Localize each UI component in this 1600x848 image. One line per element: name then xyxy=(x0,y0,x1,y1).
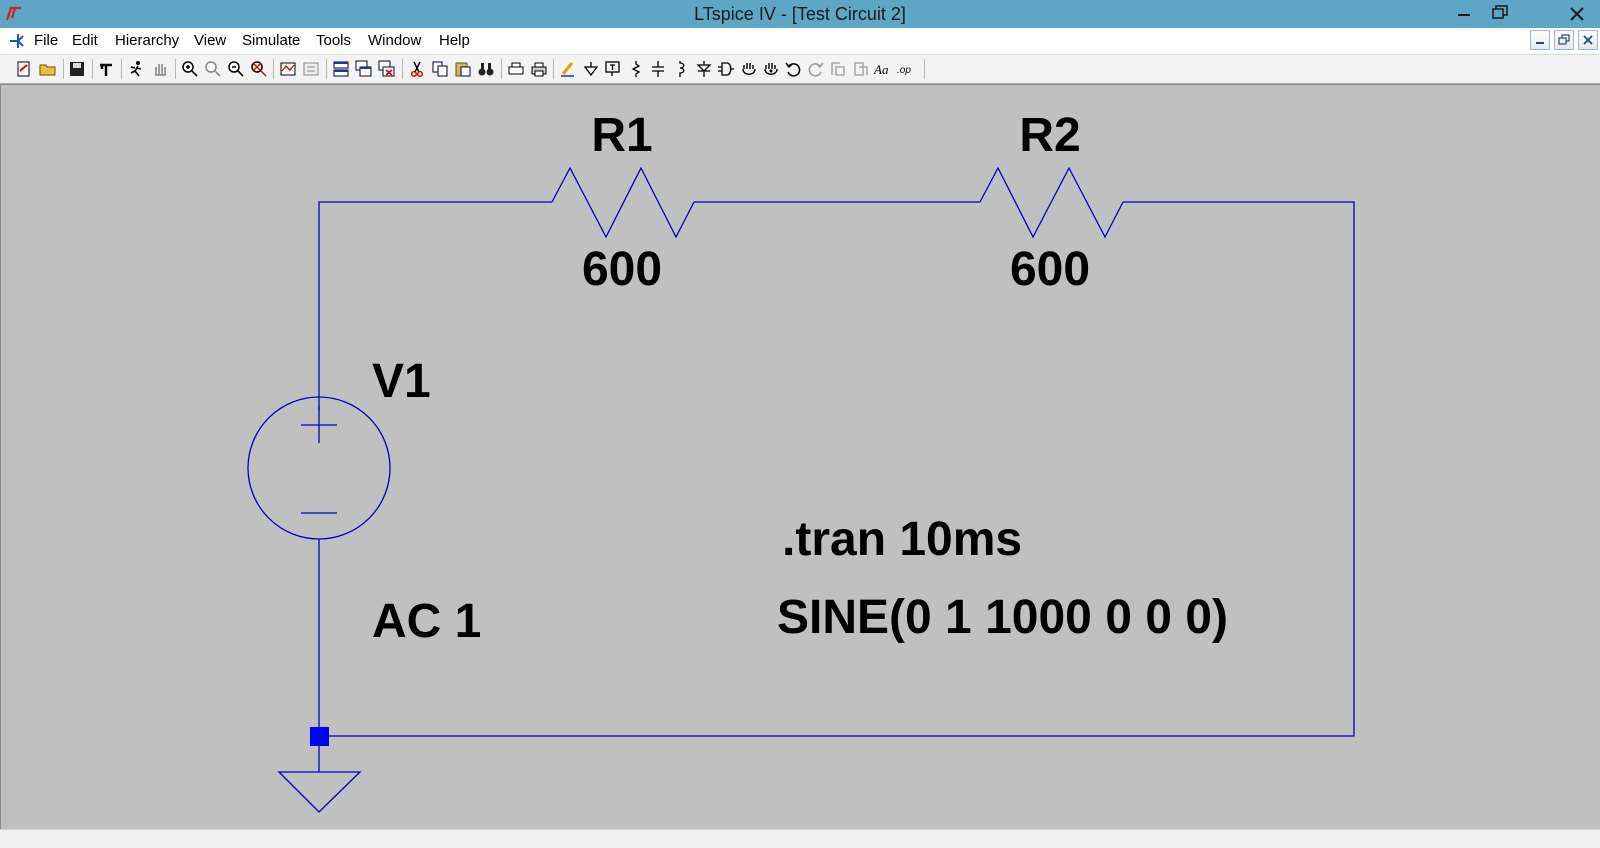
toolbar-separator xyxy=(402,59,403,79)
zoom-out-icon[interactable] xyxy=(226,59,246,79)
svg-text:.op: .op xyxy=(897,65,911,76)
label-net-icon[interactable] xyxy=(603,59,623,79)
ground-symbol[interactable] xyxy=(277,771,362,813)
toolbar-separator xyxy=(501,59,502,79)
toolbar-separator xyxy=(63,59,64,79)
resistor-r1-symbol[interactable] xyxy=(551,166,695,239)
menu-view[interactable]: View xyxy=(194,32,226,49)
resistor-r2-symbol[interactable] xyxy=(979,166,1124,239)
close-window-button[interactable] xyxy=(1554,0,1600,28)
r2-value-label[interactable]: 600 xyxy=(1010,243,1090,296)
menu-window[interactable]: Window xyxy=(368,32,421,49)
save-icon[interactable] xyxy=(67,59,87,79)
open-icon[interactable] xyxy=(38,59,58,79)
schematic-drawing[interactable]: R1 600 R2 600 V1 AC 1 .tran 10ms SINE(0 … xyxy=(1,85,1600,830)
menu-file[interactable]: File xyxy=(34,32,58,49)
toolbar-separator xyxy=(326,59,327,79)
paste-icon[interactable] xyxy=(453,59,473,79)
menu-hierarchy[interactable]: Hierarchy xyxy=(115,32,179,49)
toolbar-separator xyxy=(924,59,925,79)
ground-icon[interactable] xyxy=(581,59,601,79)
tran-directive[interactable]: .tran 10ms xyxy=(782,513,1022,566)
close-icon xyxy=(1583,35,1593,45)
voltage-probe-icon[interactable] xyxy=(301,59,321,79)
schematic-canvas[interactable]: R1 600 R2 600 V1 AC 1 .tran 10ms SINE(0 … xyxy=(0,84,1600,829)
menu-bar: File Edit Hierarchy View Simulate Tools … xyxy=(0,28,1600,55)
junction-node[interactable] xyxy=(310,727,329,746)
tile-horizontal-icon[interactable] xyxy=(331,59,351,79)
mdi-restore-button[interactable] xyxy=(1554,30,1574,50)
mdi-close-button[interactable] xyxy=(1578,30,1598,50)
spice-directive-icon[interactable]: .op xyxy=(896,59,916,79)
cascade-icon[interactable] xyxy=(354,59,374,79)
move-icon[interactable] xyxy=(739,59,759,79)
undo-icon[interactable] xyxy=(783,59,803,79)
svg-text:Aa: Aa xyxy=(873,62,889,77)
toolbar-separator xyxy=(92,59,93,79)
toolbar: Aa .op xyxy=(0,55,1600,84)
window-title: LTspice IV - [Test Circuit 2] xyxy=(694,4,906,24)
v1-value-label[interactable]: AC 1 xyxy=(372,595,481,648)
resistor-icon[interactable] xyxy=(626,59,646,79)
wire-icon[interactable] xyxy=(558,59,578,79)
v1-name-label[interactable]: V1 xyxy=(372,355,431,408)
minimize-icon xyxy=(1536,42,1544,44)
close-icon xyxy=(1570,7,1584,21)
toolbar-separator xyxy=(553,59,554,79)
restore-button[interactable] xyxy=(1482,0,1518,28)
zoom-in-icon[interactable] xyxy=(180,59,200,79)
menu-edit[interactable]: Edit xyxy=(72,32,98,49)
restore-icon xyxy=(1558,34,1570,45)
copy-icon[interactable] xyxy=(430,59,450,79)
halt-icon[interactable] xyxy=(150,59,170,79)
pan-icon[interactable] xyxy=(203,59,223,79)
print-setup-icon[interactable] xyxy=(506,59,526,79)
autorange-icon[interactable] xyxy=(278,59,298,79)
sine-source-text[interactable]: SINE(0 1 1000 0 0 0) xyxy=(777,591,1228,644)
close-all-icon[interactable] xyxy=(377,59,397,79)
wire-right[interactable] xyxy=(319,201,1355,737)
drag-icon[interactable] xyxy=(761,59,781,79)
schematic-document-icon[interactable] xyxy=(6,31,26,51)
r1-name-label[interactable]: R1 xyxy=(591,109,652,162)
status-bar xyxy=(0,829,1600,848)
print-icon[interactable] xyxy=(529,59,549,79)
run-icon[interactable] xyxy=(126,59,146,79)
menu-help[interactable]: Help xyxy=(439,32,470,49)
minimize-button[interactable] xyxy=(1446,0,1482,28)
redo-icon[interactable] xyxy=(806,59,826,79)
cut-icon[interactable] xyxy=(407,59,427,79)
title-bar: LTspice IV - [Test Circuit 2] xyxy=(0,0,1600,28)
minimize-icon xyxy=(1458,14,1470,16)
inductor-icon[interactable] xyxy=(671,59,691,79)
text-icon[interactable]: Aa xyxy=(873,59,893,79)
new-schematic-icon[interactable] xyxy=(14,59,34,79)
wire-top-left[interactable] xyxy=(318,201,552,411)
toolbar-separator xyxy=(273,59,274,79)
menu-tools[interactable]: Tools xyxy=(316,32,351,49)
mirror-icon[interactable] xyxy=(851,59,871,79)
menu-simulate[interactable]: Simulate xyxy=(242,32,300,49)
r1-value-label[interactable]: 600 xyxy=(582,243,662,296)
voltage-source-v1-symbol[interactable] xyxy=(247,396,391,540)
find-icon[interactable] xyxy=(476,59,496,79)
mdi-minimize-button[interactable] xyxy=(1530,30,1550,50)
zoom-fit-icon[interactable] xyxy=(249,59,269,79)
component-icon[interactable] xyxy=(716,59,736,79)
diode-icon[interactable] xyxy=(694,59,714,79)
control-panel-icon[interactable] xyxy=(96,59,116,79)
r2-name-label[interactable]: R2 xyxy=(1019,109,1080,162)
restore-icon xyxy=(1492,5,1508,19)
rotate-icon[interactable] xyxy=(828,59,848,79)
capacitor-icon[interactable] xyxy=(648,59,668,79)
toolbar-separator xyxy=(121,59,122,79)
toolbar-separator xyxy=(175,59,176,79)
